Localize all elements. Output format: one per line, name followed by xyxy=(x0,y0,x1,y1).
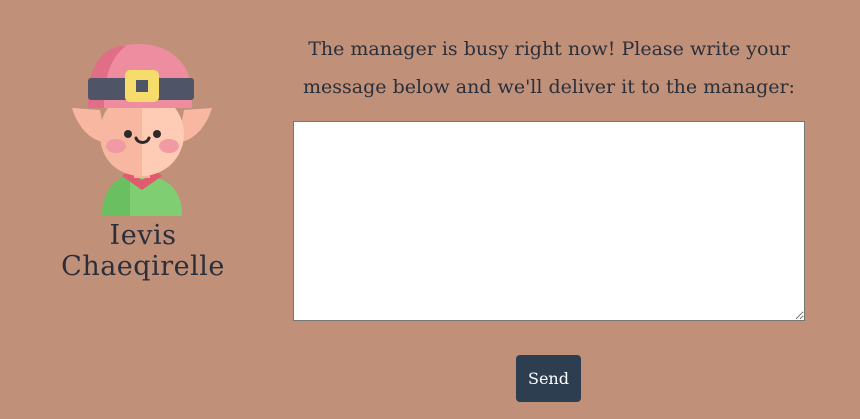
elf-avatar-icon-graphic xyxy=(72,44,212,216)
manager-busy-message: The manager is busy right now! Please wr… xyxy=(303,38,795,98)
elf-avatar-icon xyxy=(60,38,225,218)
message-input[interactable] xyxy=(293,121,805,321)
elf-name: Ievis Chaeqirelle xyxy=(61,220,225,282)
send-button[interactable]: Send xyxy=(516,355,581,402)
